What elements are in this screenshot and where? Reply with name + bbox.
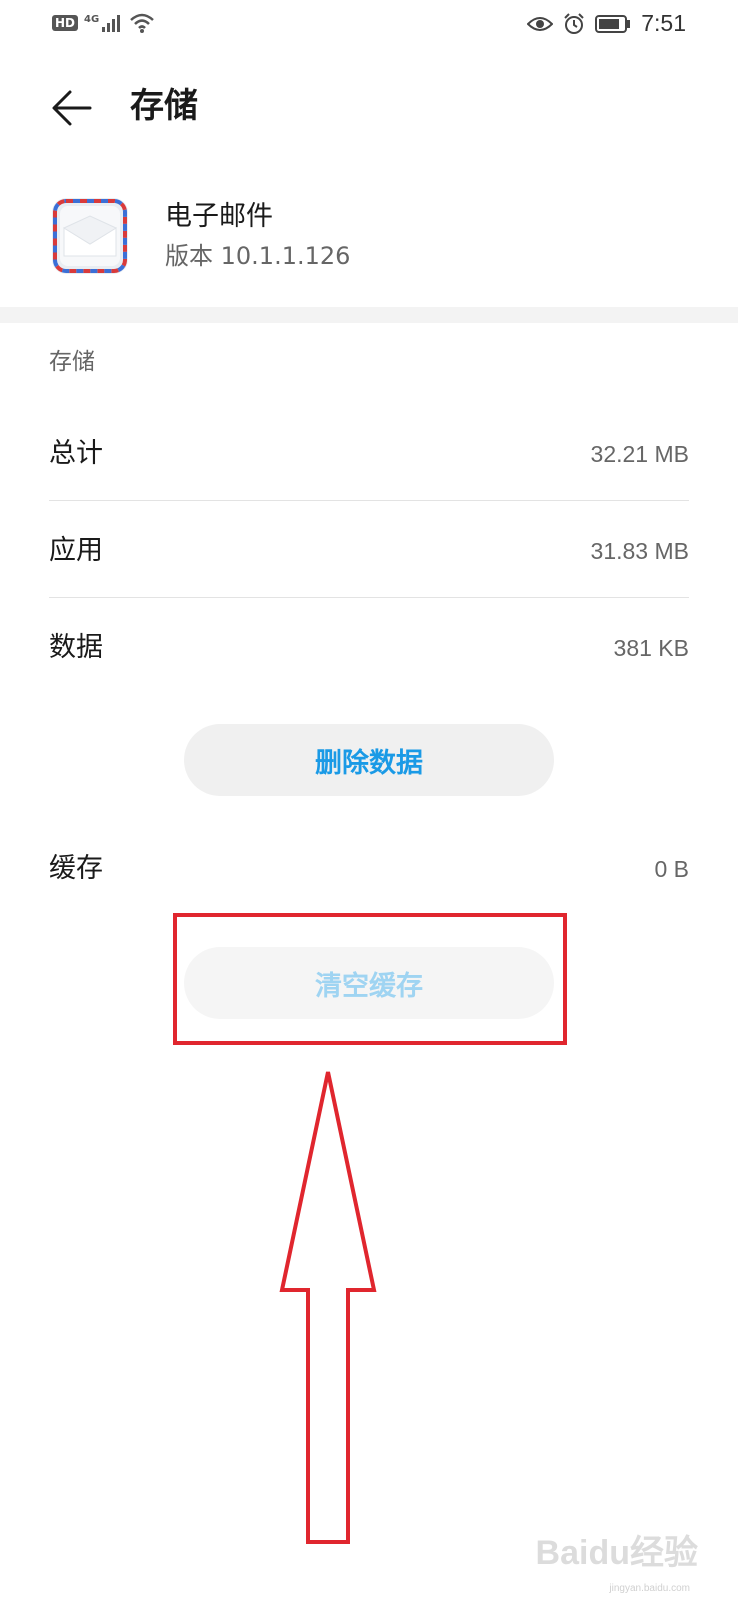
cache-row: 缓存 0 B (49, 820, 689, 916)
storage-row-total: 总计 32.21 MB (49, 405, 689, 501)
back-button[interactable] (50, 86, 94, 130)
network-type-label: 4G (84, 13, 100, 25)
clock-time: 7:51 (641, 10, 686, 36)
row-label: 应用 (49, 535, 103, 566)
row-value: 31.83 MB (590, 538, 689, 564)
row-divider (49, 597, 689, 598)
status-right: 7:51 (527, 10, 686, 37)
section-divider (0, 307, 738, 323)
annotation-up-arrow-icon (279, 1071, 377, 1544)
battery-icon (595, 14, 631, 33)
status-bar: HD 4G 7:51 (0, 0, 738, 50)
signal-icon (102, 15, 121, 32)
storage-row-app: 应用 31.83 MB (49, 502, 689, 598)
row-value: 381 KB (613, 635, 689, 661)
app-info: 电子邮件 版本 10.1.1.126 (0, 180, 738, 310)
alarm-icon (564, 12, 584, 34)
hd-badge: HD (52, 15, 79, 31)
cache-label: 缓存 (49, 853, 103, 884)
delete-data-button[interactable]: 删除数据 (184, 724, 554, 796)
status-left: HD 4G (52, 12, 155, 34)
wifi-icon (130, 13, 155, 33)
app-bar: 存储 (0, 70, 738, 146)
app-version: 版本 10.1.1.126 (165, 242, 351, 270)
watermark-logo: Baidu经验 (535, 1534, 698, 1572)
storage-section-label: 存储 (49, 349, 95, 375)
page-title: 存储 (130, 86, 198, 126)
row-divider (49, 500, 689, 501)
app-name: 电子邮件 (165, 201, 273, 232)
row-value: 32.21 MB (590, 441, 689, 467)
row-label: 数据 (49, 632, 103, 663)
storage-row-data: 数据 381 KB (49, 599, 689, 695)
eye-icon (527, 16, 554, 31)
email-app-icon (52, 198, 128, 274)
back-arrow-icon (52, 90, 92, 126)
cache-value: 0 B (654, 856, 689, 882)
annotation-highlight-box (173, 913, 567, 1045)
watermark-url: jingyan.baidu.com (609, 1583, 690, 1594)
row-label: 总计 (49, 438, 103, 469)
